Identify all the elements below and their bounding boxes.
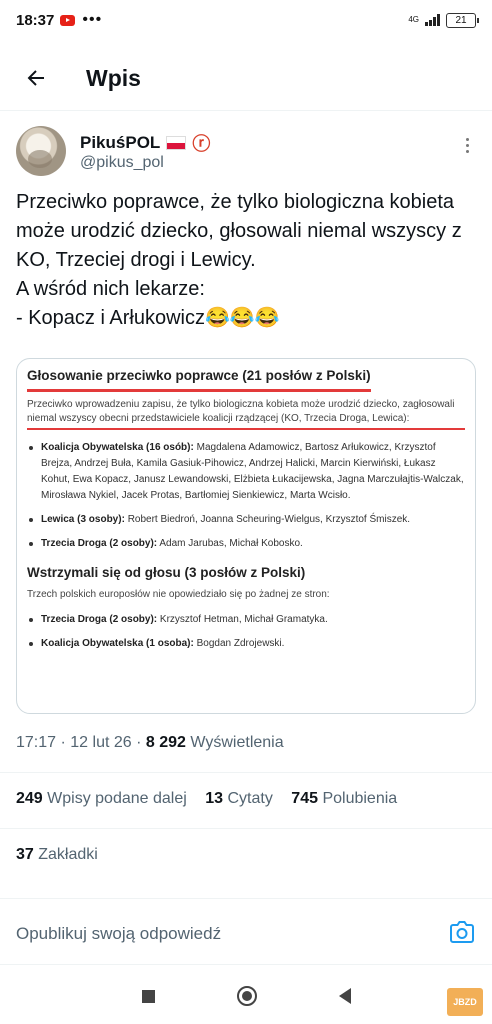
- list-item: Trzecia Droga (2 osoby): Krzysztof Hetma…: [27, 612, 465, 628]
- home-icon[interactable]: [236, 986, 257, 1006]
- list-item: Koalicja Obywatelska (1 osoba): Bogdan Z…: [27, 636, 465, 652]
- tweet-time: 17:17: [16, 734, 57, 751]
- author-name-line: PikuśPOL ⓡ: [80, 130, 210, 156]
- back-arrow-icon[interactable]: [16, 58, 56, 98]
- header-divider: [0, 110, 492, 111]
- reposts-stat[interactable]: 249 Wpisy podane dalej: [16, 790, 187, 807]
- app-bar: Wpis: [0, 48, 492, 108]
- battery-level: 21: [455, 14, 467, 26]
- doc-heading-abstain: Wstrzymali się od głosu (3 posłów z Pols…: [27, 565, 306, 580]
- system-nav-bar: [0, 968, 492, 1024]
- composer-divider: [0, 964, 492, 965]
- author-name[interactable]: PikuśPOL: [80, 133, 160, 153]
- doc-intro: Przeciwko wprowadzeniu zapisu, że tylko …: [27, 398, 465, 430]
- tweet-stats: 249 Wpisy podane dalej 13 Cytaty 745 Pol…: [16, 790, 397, 808]
- avatar[interactable]: [16, 126, 66, 176]
- bookmarks-divider: [0, 898, 492, 899]
- battery-icon: 21: [446, 12, 479, 28]
- poland-flag-icon: [166, 136, 187, 150]
- list-item: Koalicja Obywatelska (16 osób): Magdalen…: [27, 440, 465, 504]
- doc-intro-abstain: Trzech polskich europosłów nie opowiedzi…: [27, 589, 330, 600]
- signal-strength-icon: [425, 14, 440, 26]
- tweet-text: Przeciwko poprawce, że tylko biologiczna…: [16, 191, 462, 329]
- bookmarks-stat[interactable]: 37 Zakładki: [16, 846, 98, 864]
- doc-list-abstain: Trzecia Droga (2 osoby): Krzysztof Hetma…: [27, 612, 465, 652]
- doc-heading: Głosowanie przeciwko poprawce (21 posłów…: [27, 367, 371, 392]
- list-item: Lewica (3 osoby): Robert Biedroń, Joanna…: [27, 512, 465, 528]
- more-notifications-icon: •••: [82, 11, 103, 28]
- quotes-stat[interactable]: 13 Cytaty: [205, 790, 273, 807]
- likes-stat[interactable]: 745 Polubienia: [291, 790, 397, 807]
- status-bar: 18:37 ••• 4G 21: [0, 0, 492, 40]
- system-back-icon[interactable]: [338, 988, 351, 1004]
- status-time: 18:37: [16, 11, 55, 29]
- reply-input[interactable]: Opublikuj swoją odpowiedź: [16, 924, 221, 944]
- ribbon-emoji-icon: ⓡ: [192, 134, 211, 154]
- page-title: Wpis: [86, 64, 141, 91]
- author-handle[interactable]: @pikus_pol: [80, 154, 164, 172]
- meta-divider: [0, 772, 492, 773]
- tweet-date: 12 lut 26: [70, 734, 132, 751]
- watermark-logo: JBZD: [447, 988, 483, 1016]
- list-item: Trzecia Droga (2 osoby): Adam Jarubas, M…: [27, 536, 465, 552]
- views-count: 8 292: [145, 734, 186, 751]
- camera-icon[interactable]: [448, 919, 476, 947]
- youtube-notification-icon: [60, 14, 76, 26]
- views-label: Wyświetlenia: [190, 734, 284, 751]
- stats-divider: [0, 828, 492, 829]
- recents-icon[interactable]: [141, 989, 155, 1003]
- network-type: 4G: [408, 15, 419, 24]
- more-options-icon[interactable]: [466, 138, 472, 156]
- tweet-author: PikuśPOL ⓡ @pikus_pol: [16, 124, 476, 180]
- tweet-image[interactable]: Głosowanie przeciwko poprawce (21 posłów…: [16, 358, 476, 714]
- doc-list-against: Koalicja Obywatelska (16 osób): Magdalen…: [27, 440, 465, 552]
- tweet-meta: 17:17 · 12 lut 26 · 8 292 Wyświetlenia: [16, 734, 284, 751]
